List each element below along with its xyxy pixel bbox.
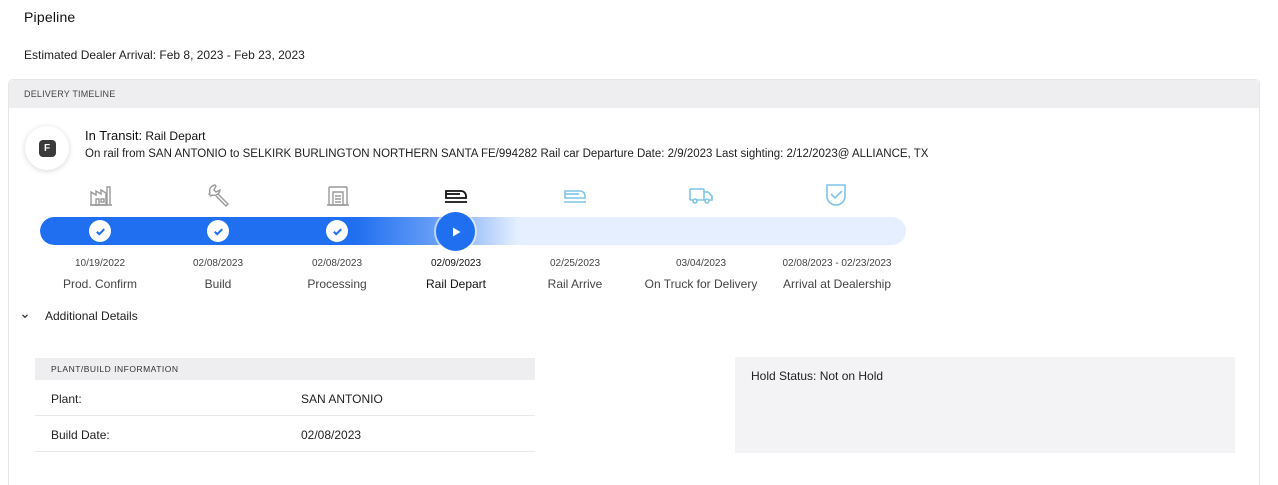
plant-key: Plant: <box>51 392 82 406</box>
stage-label-arrival-dealership: Arrival at Dealership <box>782 277 892 291</box>
build-date-value: 02/08/2023 <box>301 428 362 442</box>
brand-badge: F <box>25 126 69 170</box>
shield-check-icon <box>821 180 851 210</box>
hold-status-panel: Hold Status: Not on Hold <box>735 357 1235 453</box>
delivery-timeline-card: DELIVERY TIMELINE F In Transit: Rail Dep… <box>8 79 1260 485</box>
hold-status: Hold Status: Not on Hold <box>751 369 884 383</box>
truck-icon <box>686 180 716 210</box>
status-detail: On rail from SAN ANTONIO to SELKIRK BURL… <box>85 148 929 160</box>
brand-badge-letter: F <box>38 139 56 157</box>
additional-details-label: Additional Details <box>45 309 138 323</box>
table-row: Build Date: 02/08/2023 <box>35 416 535 452</box>
plant-value: SAN ANTONIO <box>301 392 383 406</box>
wrench-icon <box>204 180 234 210</box>
plant-build-info: PLANT/BUILD INFORMATION Plant: SAN ANTON… <box>35 358 535 453</box>
train-icon <box>560 180 590 210</box>
processing-icon <box>323 180 353 210</box>
page-title: Pipeline <box>24 9 76 25</box>
status-value: Rail Depart <box>145 129 206 143</box>
stage-complete-check-icon <box>89 220 111 242</box>
factory-icon <box>86 180 116 210</box>
stage-date-arrival-dealership: 02/08/2023 - 02/23/2023 <box>782 258 892 269</box>
table-row: Plant: SAN ANTONIO <box>35 380 535 416</box>
chevron-down-icon <box>22 314 28 319</box>
stage-complete-check-icon <box>326 220 348 242</box>
additional-details-toggle[interactable]: Additional Details <box>21 309 138 323</box>
stage-complete-check-icon <box>207 220 229 242</box>
card-header: DELIVERY TIMELINE <box>9 80 1259 108</box>
estimated-arrival: Estimated Dealer Arrival: Feb 8, 2023 - … <box>24 48 305 62</box>
transit-status: In Transit: Rail Depart <box>85 128 205 143</box>
train-icon <box>441 180 471 210</box>
status-prefix: In Transit: <box>85 128 143 143</box>
plant-build-header: PLANT/BUILD INFORMATION <box>35 358 535 380</box>
build-date-key: Build Date: <box>51 428 110 442</box>
current-stage-play-icon <box>436 212 475 251</box>
